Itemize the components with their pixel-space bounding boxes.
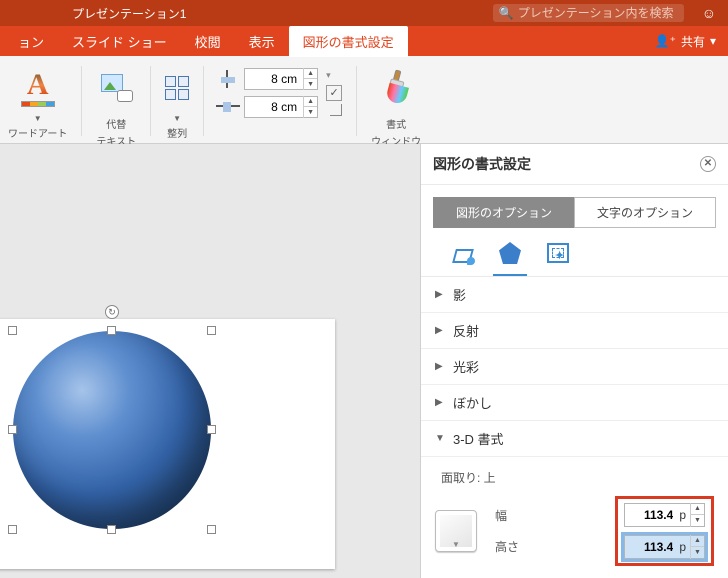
size-inputs: ▲▼ ▲▼	[218, 68, 318, 118]
wordart-styles-group[interactable]: A ▼ ワードアート スタイル	[8, 62, 67, 157]
formatwin-label-1: 書式	[386, 116, 406, 131]
search-icon: 🔍	[499, 6, 514, 20]
resize-handle-tr[interactable]	[207, 326, 216, 335]
divider	[81, 66, 82, 136]
search-input[interactable]	[518, 6, 678, 20]
share-button[interactable]: 👤⁺ 共有 ▾	[643, 33, 728, 50]
size-dialog-launcher[interactable]	[330, 104, 342, 116]
bevel-top-width-input[interactable]	[625, 508, 679, 522]
chevron-down-icon: ▼	[452, 540, 460, 549]
resize-handle-r[interactable]	[207, 425, 216, 434]
chevron-down-icon[interactable]: ▾	[326, 70, 342, 81]
divider	[150, 66, 151, 136]
ribbon-tabs: ョン スライド ショー 校閲 表示 図形の書式設定 👤⁺ 共有 ▾	[0, 26, 728, 56]
format-pane-group[interactable]: 書式 ウィンドウ	[371, 62, 421, 148]
sphere-shape[interactable]	[13, 331, 211, 529]
bevel-bottom-label: 面取り: 下	[435, 566, 714, 578]
effects-tab[interactable]	[497, 240, 523, 266]
resize-handle-t[interactable]	[107, 326, 116, 335]
share-caret-icon: ▾	[710, 34, 716, 48]
paint-bucket-icon	[452, 243, 472, 263]
section-reflection[interactable]: ▶反射	[421, 313, 728, 349]
highlight-box: p ▲▼ p ▲▼	[615, 496, 714, 566]
text-options-tab[interactable]: 文字のオプション	[574, 197, 716, 228]
ribbon: A ▼ ワードアート スタイル 代替 テキスト ▼ 整列	[0, 56, 728, 144]
paintbrush-icon	[382, 70, 410, 106]
share-person-icon: 👤⁺	[655, 34, 676, 48]
format-shape-pane: 図形の書式設定 ✕ 図形のオプション 文字のオプション ✦ ▶影 ▶反射 ▶光彩…	[420, 144, 728, 578]
bevel-top-height-field[interactable]: p ▲▼	[624, 535, 705, 559]
bevel-width-label: 幅	[495, 507, 539, 524]
alt-text-group[interactable]: 代替 テキスト	[96, 62, 136, 148]
arrange-label: 整列	[167, 125, 187, 140]
chevron-down-icon: ▼	[34, 114, 42, 123]
divider	[203, 66, 204, 136]
tab-view[interactable]: 表示	[235, 26, 289, 57]
bevel-width-stepper[interactable]: ▲▼	[690, 503, 704, 527]
tab-slideshow[interactable]: スライド ショー	[58, 26, 181, 57]
section-softedges[interactable]: ▶ぼかし	[421, 385, 728, 421]
tab-review[interactable]: 校閲	[181, 26, 235, 57]
bevel-top-height-input[interactable]	[625, 540, 679, 554]
alttext-label-1: 代替	[106, 116, 126, 131]
divider	[356, 66, 357, 136]
rotate-handle[interactable]: ↻	[105, 305, 119, 319]
arrange-icon	[165, 76, 189, 100]
main-area: ↻ 図形の書式設定 ✕ 図形のオプション 文字のオプション ✦	[0, 144, 728, 578]
bevel-top-width-field[interactable]: p ▲▼	[624, 503, 705, 527]
section-glow[interactable]: ▶光彩	[421, 349, 728, 385]
height-stepper[interactable]: ▲▼	[303, 68, 317, 90]
close-icon[interactable]: ✕	[700, 156, 716, 172]
size-properties-tab[interactable]: ✦	[545, 240, 571, 266]
shape-height-field[interactable]: ▲▼	[244, 68, 318, 90]
bevel-top-preset[interactable]: ▼	[435, 510, 477, 552]
resize-handle-br[interactable]	[207, 525, 216, 534]
feedback-smile-icon[interactable]: ☺	[702, 5, 716, 21]
resize-handle-l[interactable]	[8, 425, 17, 434]
arrange-group[interactable]: ▼ 整列	[165, 62, 189, 140]
chevron-down-icon: ▼	[173, 114, 181, 123]
shape-options-tab[interactable]: 図形のオプション	[433, 197, 574, 228]
height-icon	[218, 72, 238, 86]
title-bar: プレゼンテーション1 🔍 ☺	[0, 0, 728, 26]
tab-transition-partial[interactable]: ョン	[4, 26, 58, 57]
bevel-top-group: 面取り: 上 ▼ 幅 高さ p ▲▼	[421, 457, 728, 578]
slide-canvas[interactable]: ↻	[0, 144, 420, 578]
shape-width-field[interactable]: ▲▼	[244, 96, 318, 118]
shape-width-input[interactable]	[245, 100, 303, 114]
fill-line-tab[interactable]	[449, 240, 475, 266]
width-stepper[interactable]: ▲▼	[303, 96, 317, 118]
resize-handle-bl[interactable]	[8, 525, 17, 534]
shape-selection[interactable]: ↻	[13, 331, 211, 529]
bevel-top-label: 面取り: 上	[435, 463, 714, 496]
size-position-icon: ✦	[547, 243, 569, 263]
slide: ↻	[0, 319, 335, 569]
section-3d-format[interactable]: ▼3-D 書式	[421, 421, 728, 457]
shape-height-input[interactable]	[245, 72, 303, 86]
width-icon	[218, 100, 238, 114]
pane-title: 図形の書式設定	[433, 154, 531, 174]
tab-shape-format[interactable]: 図形の書式設定	[289, 26, 408, 57]
wordart-icon: A	[27, 70, 49, 100]
resize-handle-b[interactable]	[107, 525, 116, 534]
resize-handle-tl[interactable]	[8, 326, 17, 335]
bevel-height-label: 高さ	[495, 538, 539, 555]
share-label: 共有	[681, 33, 705, 50]
search-box[interactable]: 🔍	[493, 4, 684, 22]
alt-text-icon	[101, 74, 131, 102]
pentagon-icon	[499, 242, 521, 264]
section-shadow[interactable]: ▶影	[421, 277, 728, 313]
document-title: プレゼンテーション1	[72, 5, 186, 22]
wordart-label-1: ワードアート	[8, 125, 67, 140]
bevel-height-stepper[interactable]: ▲▼	[690, 535, 704, 559]
lock-aspect-checkbox[interactable]: ✓	[326, 85, 342, 101]
